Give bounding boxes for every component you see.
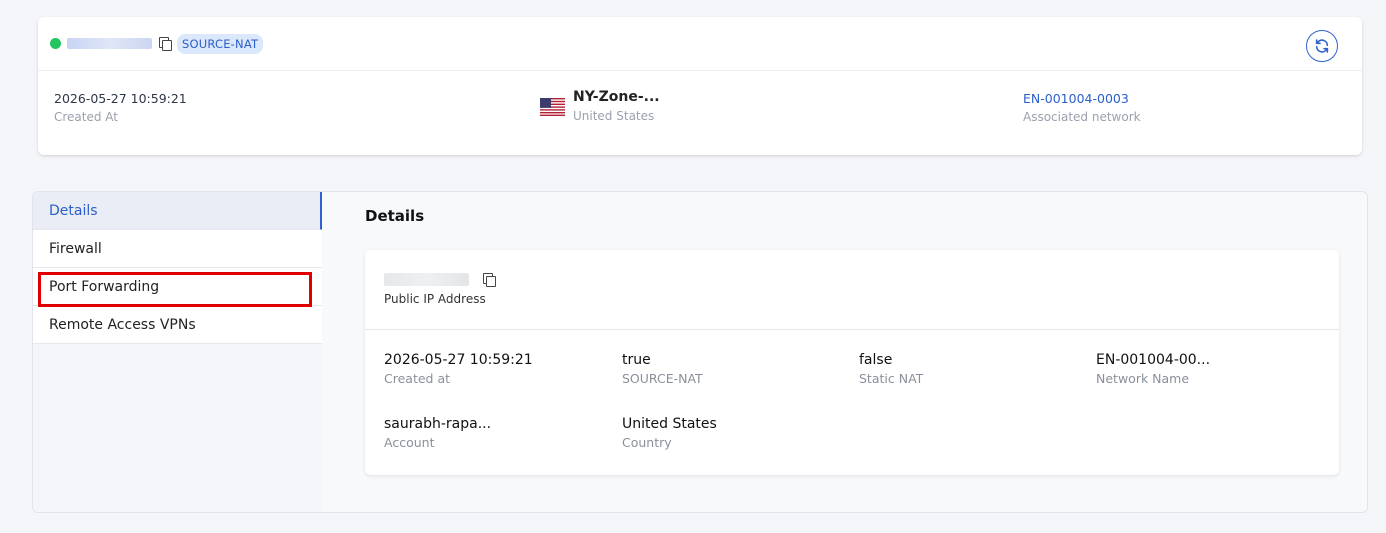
ip-address-redacted [67,38,152,49]
field-label: SOURCE-NAT [622,371,703,386]
field-value: United States [622,416,717,432]
nav-item-firewall[interactable]: Firewall [33,230,322,268]
field-network-name: EN-001004-00... Network Name [1096,352,1210,386]
zone-meta: NY-Zone-... United States [573,89,660,123]
public-ip-label: Public IP Address [384,292,486,306]
status-indicator [50,38,61,49]
field-static-nat: false Static NAT [859,352,923,386]
source-nat-badge: SOURCE-NAT [177,33,264,54]
created-at-meta: 2026-05-27 10:59:21 Created At [54,91,187,124]
details-card: Public IP Address 2026-05-27 10:59:21 Cr… [365,250,1339,475]
field-label: Network Name [1096,371,1190,386]
field-value: true [622,352,651,368]
section-title: Details [365,207,425,225]
public-ip-row: Public IP Address [365,250,1339,330]
field-account: saurabh-rapa... Account [384,416,491,450]
us-flag-icon [540,98,565,116]
field-source-nat: true SOURCE-NAT [622,352,703,386]
associated-network-label: Associated network [1023,110,1141,124]
nav-item-port-forwarding[interactable]: Port Forwarding [33,268,322,307]
created-at-value: 2026-05-27 10:59:21 [54,91,187,106]
field-country: United States Country [622,416,717,450]
public-ip-redacted [384,273,469,286]
field-value: EN-001004-00... [1096,352,1211,368]
nav-item-remote-access-vpns[interactable]: Remote Access VPNs [33,306,322,344]
nav-item-details[interactable]: Details [33,192,322,230]
network-meta: EN-001004-0003 Associated network [1023,91,1141,124]
zone-name: NY-Zone-... [573,89,660,105]
ip-summary-card: SOURCE-NAT 2026-05-27 10:59:21 Created A… [38,17,1362,155]
field-label: Static NAT [859,371,924,386]
zone-country: United States [573,109,655,123]
refresh-button[interactable] [1306,30,1338,62]
copy-ip-icon[interactable] [483,273,496,287]
copy-icon[interactable] [159,37,172,51]
field-label: Country [622,435,672,450]
field-label: Created at [384,371,451,386]
detail-panel: Details Firewall Port Forwarding Remote … [32,191,1368,513]
side-nav: Details Firewall Port Forwarding Remote … [33,192,322,512]
field-value: saurabh-rapa... [384,416,492,432]
field-label: Account [384,435,435,450]
field-value: false [859,352,893,368]
created-at-label: Created At [54,110,119,124]
field-value: 2026-05-27 10:59:21 [384,352,533,368]
field-created-at: 2026-05-27 10:59:21 Created at [384,352,533,386]
associated-network-link[interactable]: EN-001004-0003 [1023,91,1141,106]
details-content: Details Public IP Address 2026-05-27 10:… [323,192,1367,512]
summary-header: SOURCE-NAT [38,17,1362,71]
refresh-icon [1315,39,1329,53]
